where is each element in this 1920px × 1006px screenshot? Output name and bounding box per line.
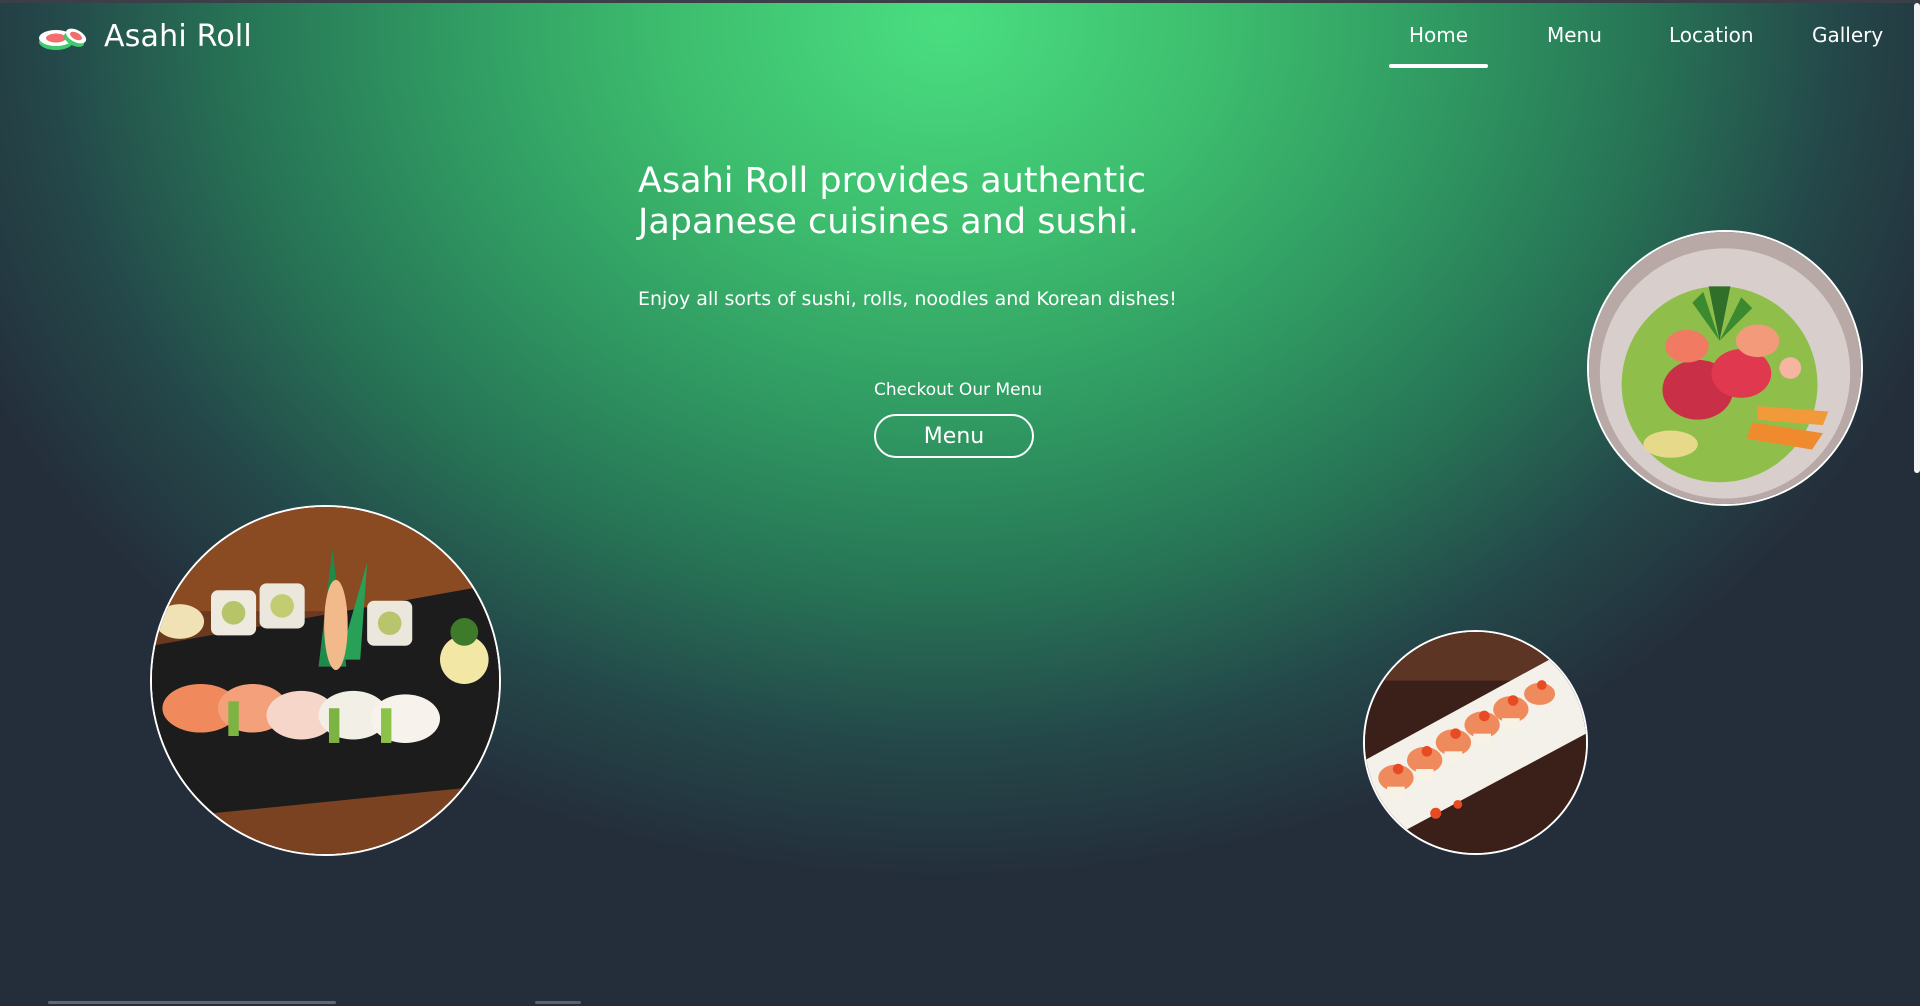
hero-title-line-1: Asahi Roll provides authentic [638,161,1147,201]
nav-item-menu[interactable]: Menu [1547,23,1602,47]
hero-title: Asahi Roll provides authentic Japanese c… [638,161,1258,243]
hero-title-line-2: Japanese cuisines and sushi. [638,202,1139,242]
nav-item-gallery[interactable]: Gallery [1812,23,1883,47]
horizontal-scrollbar-thumb[interactable] [535,1001,581,1004]
nav-item-home[interactable]: Home [1388,23,1489,68]
sushi-platter-image [150,505,501,856]
menu-button[interactable]: Menu [874,414,1034,458]
hero-section: Asahi Roll Home Menu Location Gallery As… [0,3,1920,1006]
horizontal-scrollbar[interactable] [48,1001,336,1004]
sushi-roll-image [1363,630,1588,855]
nav-item-location[interactable]: Location [1669,23,1754,47]
hero-subtitle: Enjoy all sorts of sushi, rolls, noodles… [638,288,1177,310]
main-nav: Home Menu Location Gallery [0,23,1920,73]
poke-salad-image [1587,230,1863,506]
cta-label: Checkout Our Menu [874,380,1043,400]
vertical-scrollbar[interactable] [1914,3,1920,473]
